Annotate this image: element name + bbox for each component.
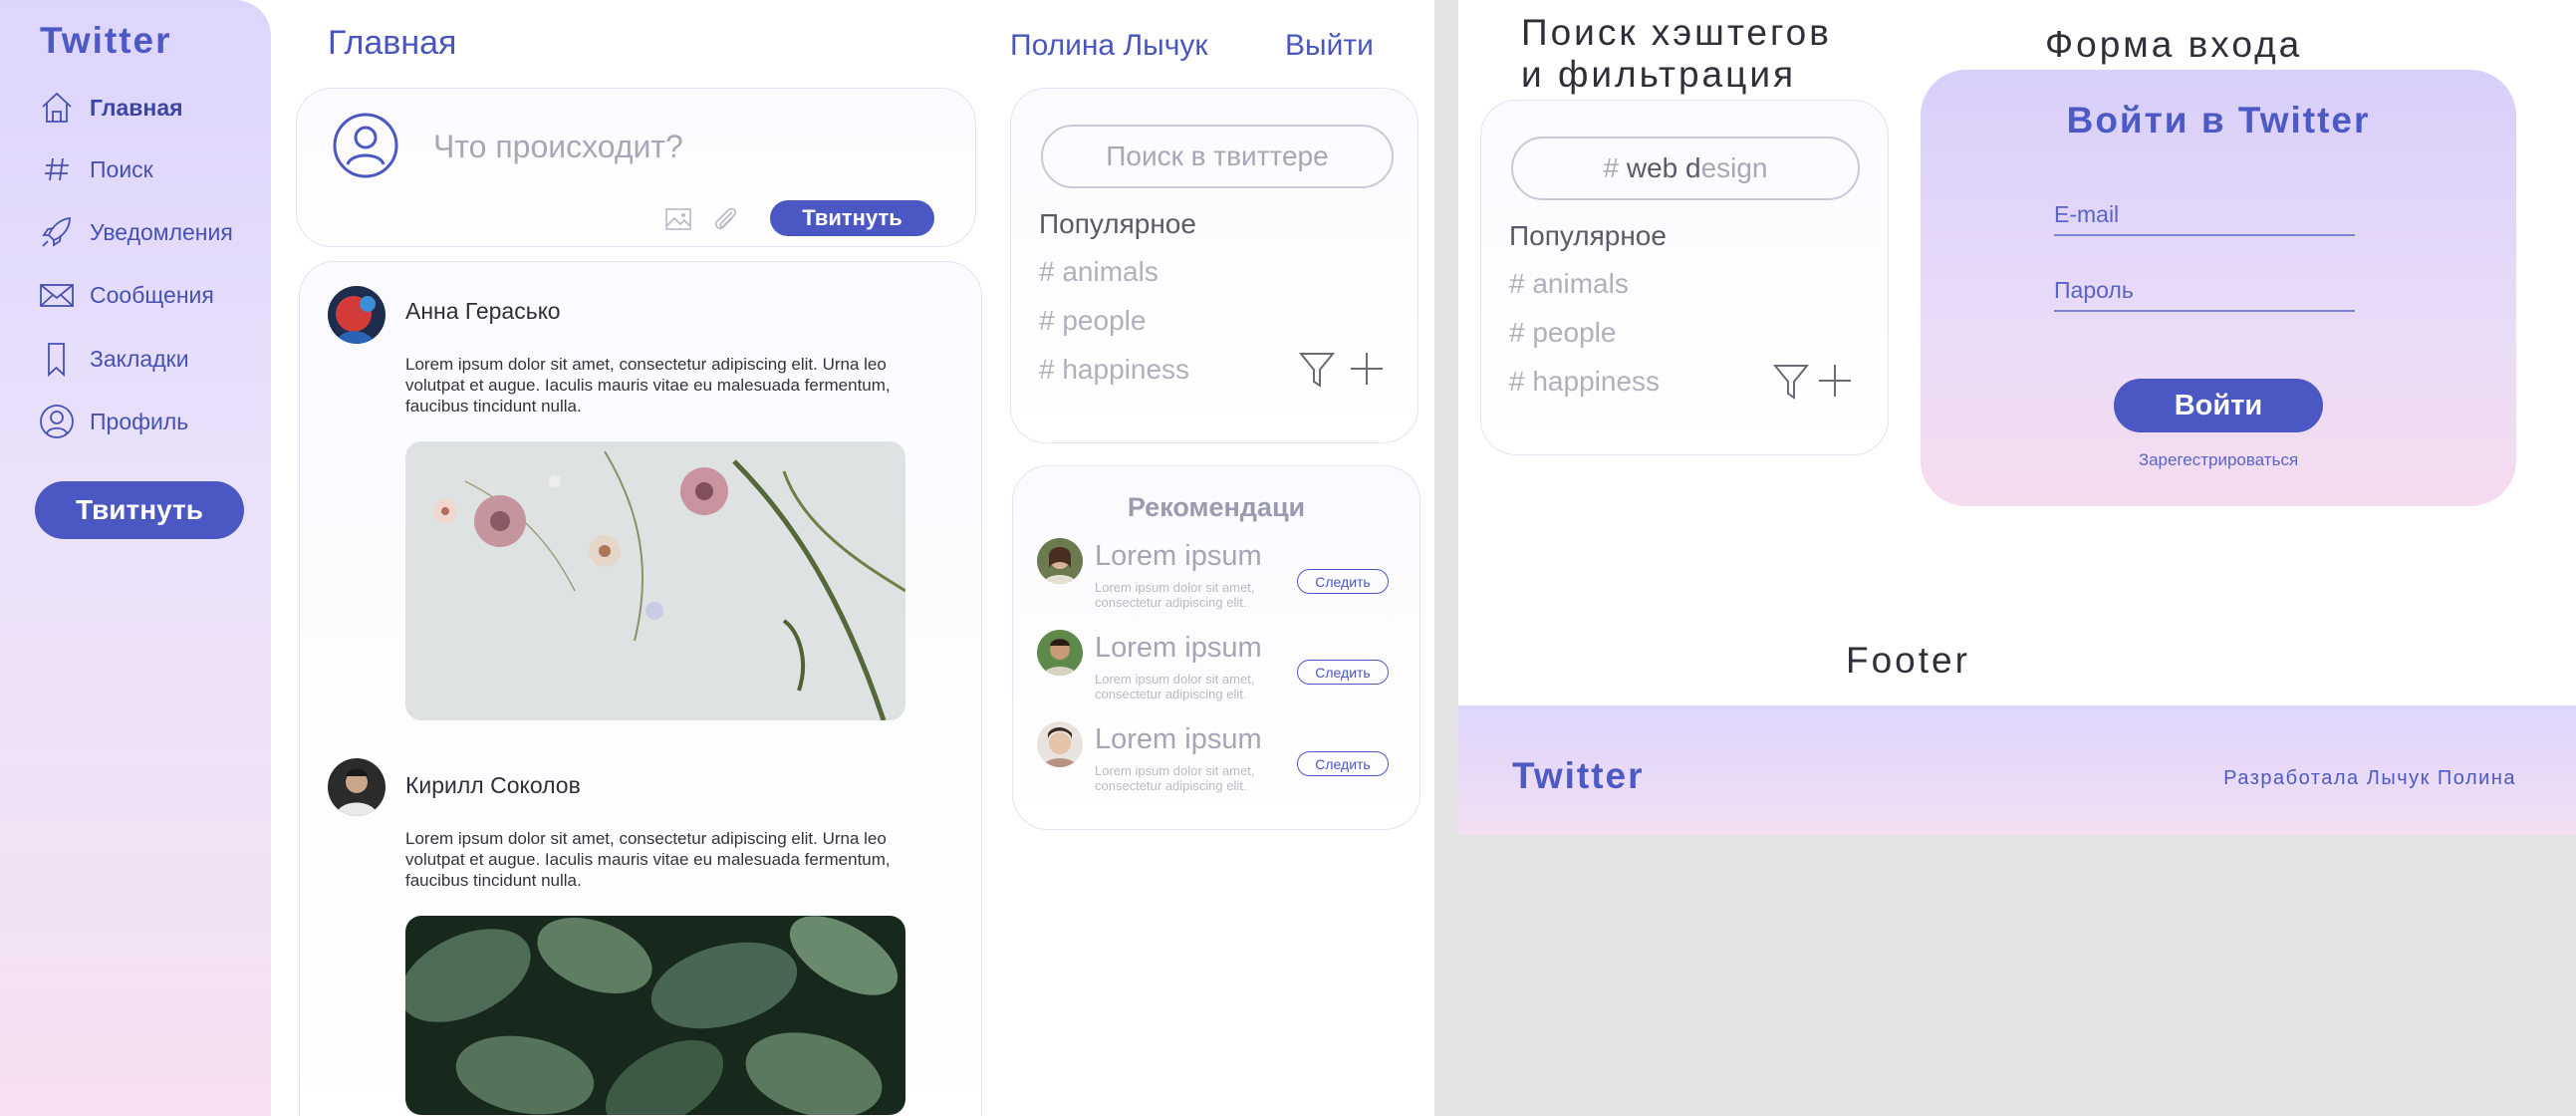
- post-image-leaves[interactable]: [405, 916, 905, 1115]
- password-field[interactable]: Пароль: [2054, 277, 2355, 312]
- sidebar-item-messages[interactable]: Сообщения: [38, 275, 214, 315]
- post-text: Lorem ipsum dolor sit amet, consectetur …: [405, 829, 891, 890]
- recommendation-avatar[interactable]: [1037, 630, 1083, 676]
- compose-box: Что происходит? Твитнуть: [296, 88, 976, 247]
- page-title: Главная: [328, 24, 457, 62]
- footer-credit: Разработала Лычук Полина: [2223, 767, 2516, 789]
- image-attach-icon[interactable]: [663, 204, 693, 234]
- sidebar-item-label: Профиль: [90, 408, 189, 434]
- login-section-title: Форма входа: [2045, 24, 2303, 65]
- main-screen: Twitter Главная Поиск Уведомления Сообще…: [0, 0, 1434, 1116]
- popular-title: Популярное: [1509, 220, 1667, 251]
- recommendation-name[interactable]: Lorem ipsum: [1095, 723, 1262, 756]
- recommendation-name[interactable]: Lorem ipsum: [1095, 632, 1262, 665]
- sidebar-item-notifications[interactable]: Уведомления: [38, 212, 233, 252]
- follow-button[interactable]: Следить: [1297, 660, 1389, 685]
- sidebar-item-bookmarks[interactable]: Закладки: [38, 339, 189, 379]
- rocket-icon: [42, 217, 71, 247]
- recommendations-panel: Рекомендаци Lorem ipsum Lorem ipsum dolo…: [1012, 465, 1420, 830]
- hashtag-people[interactable]: # people: [1509, 317, 1616, 349]
- hash-icon: [45, 157, 69, 181]
- post-text: Lorem ipsum dolor sit amet, consectetur …: [405, 355, 891, 416]
- follow-button[interactable]: Следить: [1297, 751, 1389, 776]
- search-panel: Поиск в твиттере Популярное # animals # …: [1010, 88, 1418, 443]
- post-author-avatar[interactable]: [328, 286, 386, 344]
- filter-section-title: Поиск хэштегов и фильтрация: [1521, 12, 1832, 95]
- bookmark-icon: [48, 343, 65, 378]
- profile-icon: [40, 405, 74, 438]
- follow-button[interactable]: Следить: [1297, 569, 1389, 594]
- register-link[interactable]: Зарегестрироваться: [1921, 450, 2516, 470]
- email-field[interactable]: E-mail: [2054, 201, 2355, 236]
- recommendation-desc: Lorem ipsum dolor sit amet, consectetur …: [1095, 763, 1255, 793]
- sidebar-item-label: Главная: [90, 94, 183, 121]
- recommendation-desc: Lorem ipsum dolor sit amet, consectetur …: [1095, 580, 1255, 610]
- filter-icon[interactable]: [1298, 350, 1336, 390]
- filter-icon[interactable]: [1772, 362, 1810, 402]
- hashtag-filter-panel: # web d esign Популярное # animals # peop…: [1480, 100, 1889, 455]
- feed: Анна Гераськo Lorem ipsum dolor sit amet…: [299, 261, 982, 1116]
- sidebar-item-label: Сообщения: [90, 281, 214, 308]
- login-title: Войти в Twitter: [2066, 100, 2371, 140]
- post-author-name[interactable]: Кирилл Соколов: [405, 772, 581, 799]
- footer-section-title: Footer: [1846, 640, 1970, 681]
- user-name-link[interactable]: Полина Лычук: [1010, 29, 1207, 63]
- home-icon: [42, 92, 72, 123]
- compose-tweet-button[interactable]: Твитнуть: [770, 200, 934, 236]
- hashtag-search-input[interactable]: # web d esign: [1511, 137, 1860, 200]
- hashtag-people[interactable]: # people: [1039, 305, 1146, 337]
- hashtag-happiness[interactable]: # happiness: [1509, 366, 1660, 398]
- sidebar-item-label: Уведомления: [90, 218, 233, 245]
- post-author-avatar[interactable]: [328, 758, 386, 816]
- sidebar-item-label: Закладки: [90, 345, 189, 372]
- add-icon[interactable]: [1816, 362, 1854, 400]
- popular-title: Популярное: [1039, 208, 1196, 239]
- sidebar-tweet-button[interactable]: Твитнуть: [35, 481, 244, 539]
- sidebar-item-home[interactable]: Главная: [38, 88, 183, 128]
- hashtag-animals[interactable]: # animals: [1039, 256, 1159, 288]
- mail-icon: [40, 284, 74, 307]
- sidebar-item-search[interactable]: Поиск: [38, 149, 153, 189]
- recommendation-avatar[interactable]: [1037, 721, 1083, 767]
- add-icon[interactable]: [1348, 350, 1386, 388]
- login-form: Войти в Twitter E-mail Пароль Войти Заре…: [1921, 70, 2516, 506]
- paperclip-icon[interactable]: [710, 204, 740, 234]
- login-button[interactable]: Войти: [2114, 379, 2323, 432]
- sidebar-item-label: Поиск: [90, 155, 153, 182]
- logout-link[interactable]: Выйти: [1285, 29, 1374, 63]
- sidebar: Twitter Главная Поиск Уведомления Сообще…: [0, 0, 271, 1116]
- recommendation-avatar[interactable]: [1037, 538, 1083, 584]
- footer: Twitter Разработала Лычук Полина: [1458, 705, 2576, 835]
- brand-logo[interactable]: Twitter: [40, 20, 172, 62]
- search-input[interactable]: Поиск в твиттере: [1041, 125, 1394, 188]
- recommendation-desc: Lorem ipsum dolor sit amet, consectetur …: [1095, 672, 1255, 701]
- sidebar-item-profile[interactable]: Профиль: [38, 402, 188, 441]
- recommendation-name[interactable]: Lorem ipsum: [1095, 540, 1262, 573]
- footer-brand[interactable]: Twitter: [1512, 755, 1645, 797]
- hashtag-happiness[interactable]: # happiness: [1039, 354, 1189, 386]
- hashtag-animals[interactable]: # animals: [1509, 268, 1629, 300]
- user-avatar-icon: [333, 113, 398, 178]
- compose-input[interactable]: Что происходит?: [433, 129, 683, 165]
- post-image-flowers[interactable]: [405, 441, 905, 720]
- recommendations-title: Рекомендаци: [1127, 492, 1306, 522]
- post-author-name[interactable]: Анна Гераськo: [405, 298, 561, 325]
